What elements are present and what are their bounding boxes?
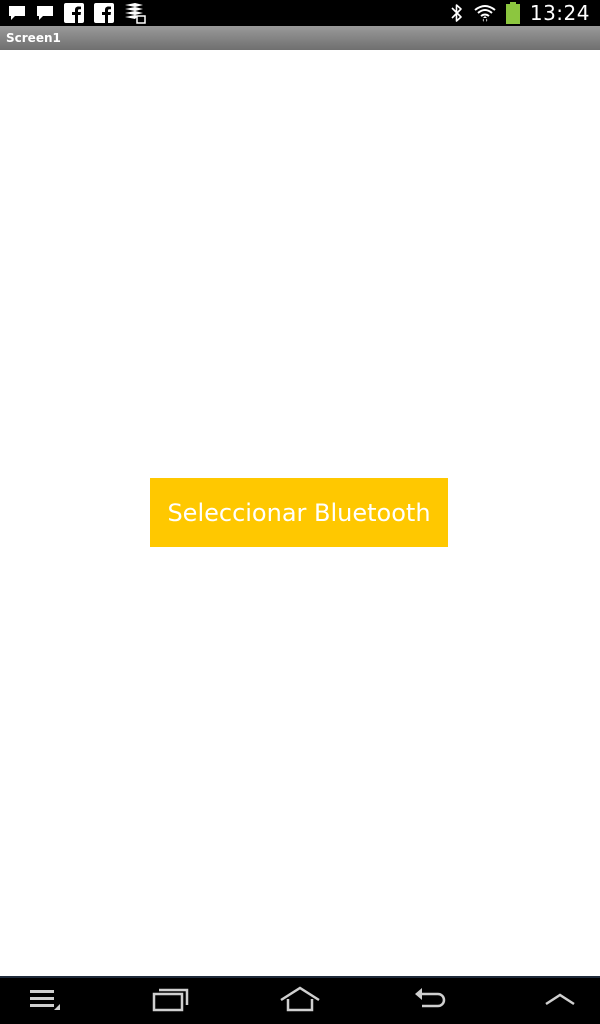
stack-icon bbox=[124, 2, 146, 24]
show-more-button[interactable] bbox=[535, 978, 585, 1024]
home-icon bbox=[279, 985, 321, 1017]
wifi-icon bbox=[474, 3, 496, 23]
menu-icon bbox=[28, 986, 62, 1016]
back-icon bbox=[412, 986, 448, 1016]
chat-icon bbox=[8, 4, 26, 22]
status-clock: 13:24 bbox=[529, 1, 590, 25]
back-button[interactable] bbox=[405, 978, 455, 1024]
recent-apps-icon bbox=[151, 986, 189, 1016]
battery-icon bbox=[505, 2, 520, 24]
system-tray[interactable]: 13:24 bbox=[450, 0, 590, 26]
facebook-icon bbox=[64, 3, 84, 23]
home-button[interactable] bbox=[275, 978, 325, 1024]
status-bar: 13:24 bbox=[0, 0, 600, 26]
device-screen: 13:24 Screen1 Seleccionar Bluetooth bbox=[0, 0, 600, 1024]
bluetooth-icon bbox=[450, 3, 464, 23]
chevron-up-icon bbox=[543, 989, 577, 1013]
navigation-bar bbox=[0, 976, 600, 1024]
select-bluetooth-button[interactable]: Seleccionar Bluetooth bbox=[150, 478, 448, 547]
app-content: Seleccionar Bluetooth bbox=[0, 50, 600, 976]
screen-title: Screen1 bbox=[6, 31, 61, 45]
chat-icon bbox=[36, 4, 54, 22]
recent-apps-button[interactable] bbox=[145, 978, 195, 1024]
title-bar: Screen1 bbox=[0, 26, 600, 50]
menu-button[interactable] bbox=[20, 978, 70, 1024]
facebook-icon bbox=[94, 3, 114, 23]
notification-area[interactable] bbox=[8, 2, 146, 24]
